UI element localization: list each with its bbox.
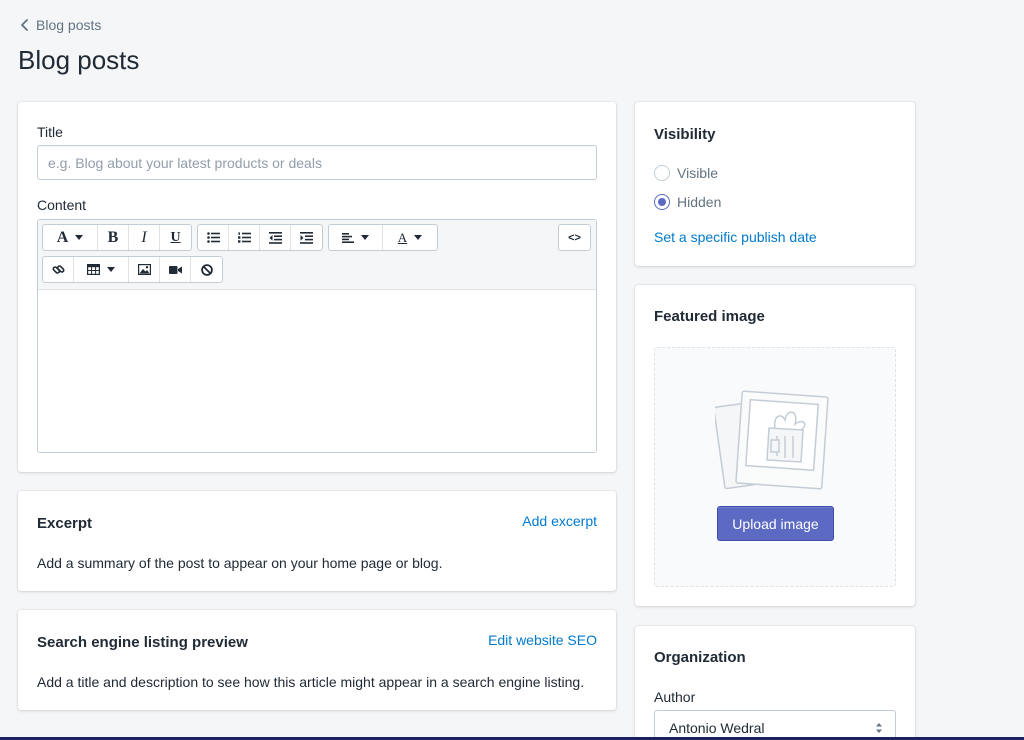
title-label: Title — [37, 124, 63, 140]
source-group: <> — [558, 224, 591, 251]
caret-down-icon — [414, 235, 423, 240]
add-excerpt-link[interactable]: Add excerpt — [522, 513, 597, 529]
bold-button[interactable]: B — [98, 225, 129, 250]
insert-link-button[interactable] — [43, 257, 74, 282]
excerpt-title: Excerpt — [37, 515, 93, 532]
featured-image-title: Featured image — [654, 308, 765, 325]
text-color-icon: A — [397, 229, 408, 245]
breadcrumb[interactable]: Blog posts — [18, 17, 101, 33]
organization-card: Organization Author Antonio Wedral — [635, 626, 915, 740]
upload-image-button[interactable]: Upload image — [717, 506, 834, 541]
align-left-icon — [342, 232, 354, 243]
link-icon — [51, 265, 65, 274]
organization-title: Organization — [654, 649, 746, 666]
visibility-option-label: Visible — [677, 165, 718, 181]
font-dropdown-button[interactable]: A — [43, 225, 98, 250]
radio-button-selected[interactable] — [654, 194, 670, 210]
radio-button[interactable] — [654, 165, 670, 181]
outdent-button[interactable] — [260, 225, 291, 250]
chevron-left-icon — [21, 19, 28, 31]
outdent-icon — [268, 231, 282, 244]
clear-formatting-button[interactable] — [191, 257, 222, 282]
insert-image-button[interactable] — [129, 257, 160, 282]
indent-icon — [300, 231, 313, 244]
caret-down-icon — [75, 235, 84, 240]
underline-icon: U — [170, 229, 181, 245]
insert-video-button[interactable] — [160, 257, 191, 282]
author-select-value: Antonio Wedral — [669, 719, 765, 736]
block-icon — [200, 263, 213, 276]
visibility-option-hidden[interactable]: Hidden — [654, 194, 721, 210]
insert-table-button[interactable] — [74, 257, 129, 282]
image-dropzone[interactable]: Upload image — [654, 347, 896, 587]
set-publish-date-link[interactable]: Set a specific publish date — [654, 229, 817, 245]
indent-button[interactable] — [291, 225, 322, 250]
bullet-list-button[interactable] — [198, 225, 229, 250]
font-icon: A — [56, 228, 69, 246]
italic-button[interactable]: I — [129, 225, 160, 250]
caret-down-icon — [107, 267, 115, 272]
source-code-button[interactable]: <> — [559, 225, 590, 250]
insert-group — [42, 256, 223, 283]
title-input[interactable] — [37, 145, 597, 180]
text-style-group: A B I U — [42, 224, 192, 251]
post-editor-card: Title Content A B I U — [18, 102, 616, 472]
excerpt-description: Add a summary of the post to appear on y… — [37, 555, 443, 571]
editor-toolbar: A B I U A <> — [38, 220, 596, 290]
content-editor-area[interactable] — [38, 290, 596, 452]
code-icon: <> — [568, 231, 581, 244]
visibility-option-label: Hidden — [677, 194, 722, 210]
seo-preview-card: Search engine listing preview Edit websi… — [18, 610, 616, 710]
page-title: Blog posts — [18, 45, 140, 75]
featured-image-card: Featured image Upload image — [635, 285, 915, 606]
image-placeholder-icon — [715, 390, 829, 490]
visibility-title: Visibility — [654, 126, 716, 143]
breadcrumb-label: Blog posts — [36, 17, 102, 33]
visibility-option-visible[interactable]: Visible — [654, 165, 718, 181]
image-icon — [137, 264, 151, 275]
visibility-card: Visibility Visible Hidden Set a specific… — [635, 102, 915, 266]
excerpt-card: Excerpt Add excerpt Add a summary of the… — [18, 491, 616, 591]
numbered-list-button[interactable] — [229, 225, 260, 250]
align-color-group: A — [328, 224, 438, 251]
text-color-dropdown-button[interactable]: A — [383, 225, 437, 250]
author-select[interactable]: Antonio Wedral — [654, 710, 896, 740]
rich-text-editor: A B I U A <> — [37, 219, 597, 453]
seo-title: Search engine listing preview — [37, 634, 248, 651]
content-label: Content — [37, 197, 87, 213]
underline-button[interactable]: U — [160, 225, 191, 250]
numbered-list-icon — [237, 232, 251, 243]
table-icon — [87, 264, 100, 275]
bullet-list-icon — [206, 232, 220, 243]
video-icon — [168, 265, 182, 274]
author-label: Author — [654, 689, 696, 705]
select-arrows-icon — [876, 723, 882, 733]
italic-icon: I — [141, 228, 147, 246]
edit-website-seo-link[interactable]: Edit website SEO — [488, 632, 597, 648]
caret-down-icon — [361, 235, 369, 240]
seo-description: Add a title and description to see how t… — [37, 674, 585, 690]
list-group — [197, 224, 323, 251]
bold-icon: B — [107, 228, 119, 246]
align-dropdown-button[interactable] — [329, 225, 383, 250]
